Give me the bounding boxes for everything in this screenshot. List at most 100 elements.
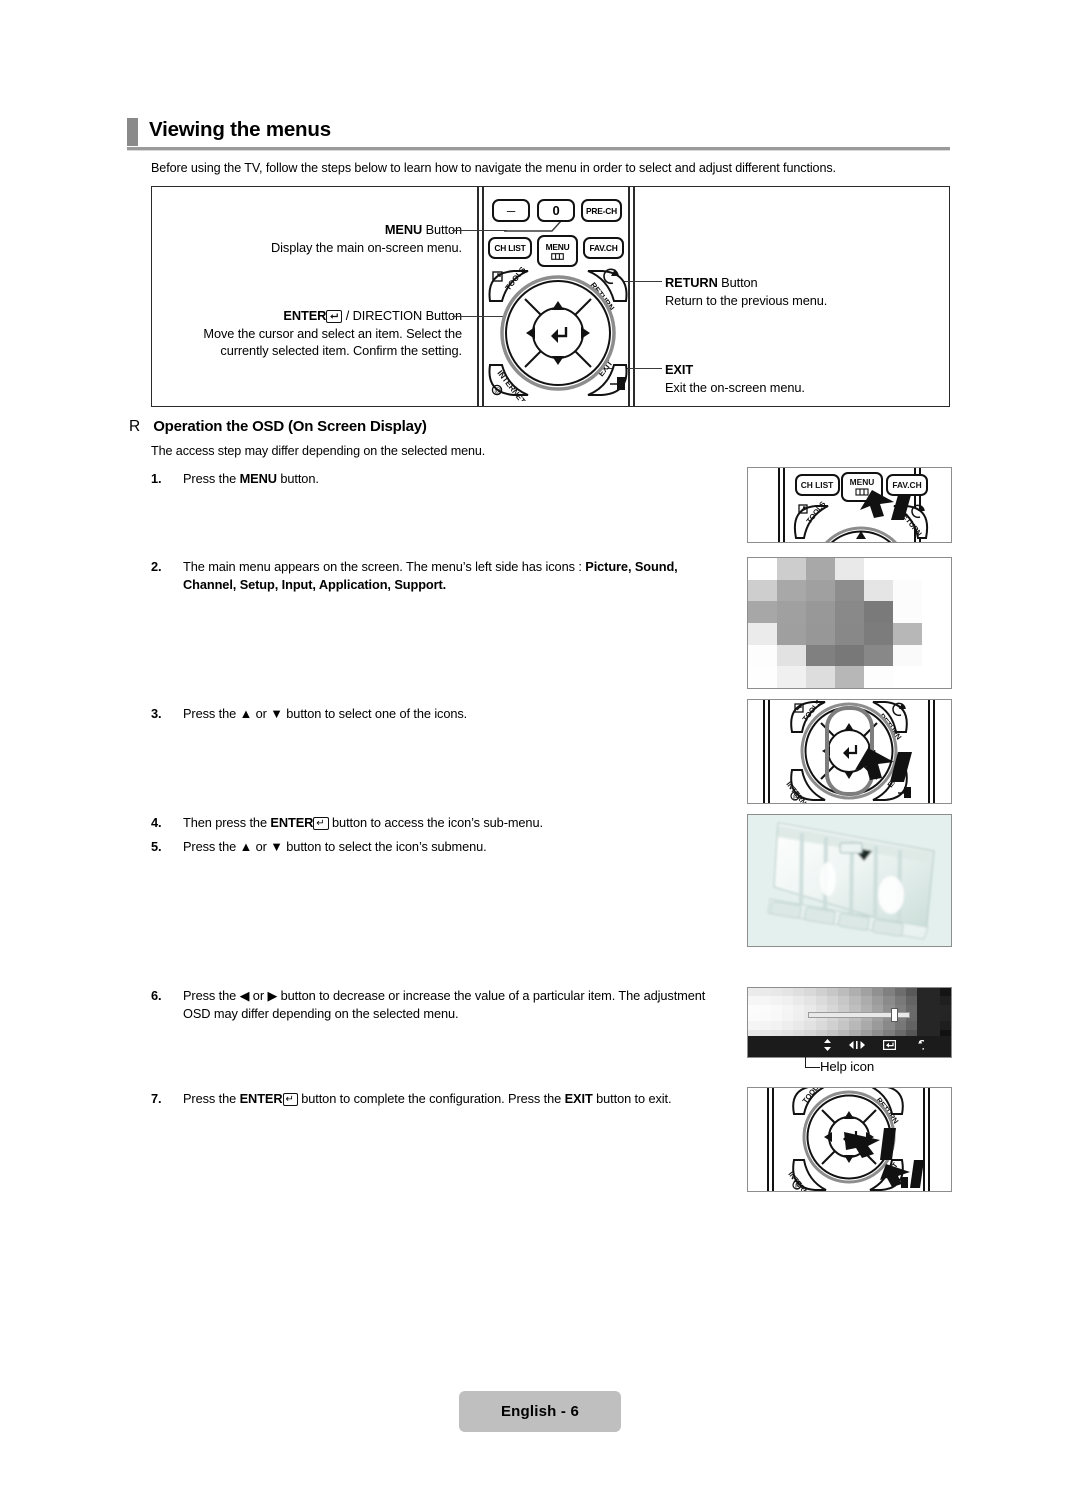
step-item-7: 7. Press the ENTER ↵ button to complete t…: [151, 1090, 741, 1108]
figure-step3-dpad: TOOLS RETURN INTERNET @ EXIT: [747, 699, 952, 804]
mosaic-cell: [922, 666, 951, 688]
remote-key-menu-label: MENU: [545, 242, 570, 252]
mosaic-cell: [835, 601, 864, 623]
svg-text:@: @: [494, 388, 501, 395]
mosaic-cell: [748, 558, 777, 580]
page-section-heading: Viewing the menus: [127, 118, 950, 152]
step-number: 2.: [151, 559, 162, 574]
step-text: Then press the ENTER ↵ button to access t…: [183, 815, 543, 830]
manual-page: Viewing the menus Before using the TV, f…: [0, 0, 1080, 1488]
mosaic-cell: [748, 622, 777, 645]
step-item-4: 4. Then press the ENTER ↵ button to acces…: [151, 814, 731, 832]
callout-menu: MENU Button Display the main on-screen m…: [162, 221, 462, 256]
callout-menu-desc: Display the main on-screen menu.: [271, 239, 462, 255]
callout-return-title-suffix: Button: [717, 275, 758, 290]
svg-text:FAV.CH: FAV.CH: [892, 480, 921, 490]
step-number: 1.: [151, 471, 162, 486]
step-number: 6.: [151, 988, 162, 1003]
mosaic-cell: [835, 644, 864, 667]
step-number: 4.: [151, 815, 162, 830]
remote-key-minus-label: —: [506, 205, 516, 216]
mosaic-cell: [835, 579, 864, 602]
step-number: 5.: [151, 839, 162, 854]
mosaic-cell: [748, 666, 777, 688]
callout-exit-desc: Exit the on-screen menu.: [665, 379, 805, 395]
remote-key-pre-ch-label: PRE-CH: [586, 205, 617, 216]
mosaic-cell: [922, 558, 951, 580]
svg-text:@: @: [793, 794, 799, 800]
page-number-badge: English - 6: [459, 1391, 621, 1432]
help-icon-label: Help icon: [820, 1059, 875, 1074]
callout-exit: EXIT Exit the on-screen menu.: [665, 361, 935, 396]
intro-paragraph: Before using the TV, follow the steps be…: [151, 161, 836, 175]
step-item-5: 5. Press the ▲ or ▼ button to select the…: [151, 838, 731, 856]
remote-key-pre-ch[interactable]: PRE-CH: [581, 199, 622, 222]
mosaic-cell: [777, 558, 806, 580]
mosaic-cell: [806, 601, 835, 623]
remote-callout-panel: MENU Button Display the main on-screen m…: [151, 186, 950, 407]
menu-grid-icon: [551, 253, 564, 260]
mosaic-cell: [922, 579, 951, 602]
svg-text:@: @: [795, 1183, 801, 1189]
step-number: 3.: [151, 706, 162, 721]
mosaic-cell: [748, 579, 777, 602]
mosaic-cell: [835, 558, 864, 580]
mosaic-cell: [806, 622, 835, 645]
mosaic-cell: [806, 579, 835, 602]
mosaic-cell: [806, 558, 835, 580]
mosaic-cell: [893, 622, 922, 645]
remote-dpad-cluster: TOOLS RETURN INTERNET @ EXIT: [484, 265, 632, 401]
callout-enter-desc: Move the cursor and select an item. Sele…: [203, 325, 462, 359]
step-text: Press the ▲ or ▼ button to select the ic…: [183, 839, 487, 854]
svg-text:MENU: MENU: [850, 477, 875, 487]
mosaic-cell: [893, 644, 922, 667]
mosaic-cell: [922, 644, 951, 667]
mosaic-cell: [893, 558, 922, 580]
remote-key-fav-ch[interactable]: FAV.CH: [583, 237, 624, 259]
step-number: 7.: [151, 1091, 162, 1106]
step-item-3: 3. Press the ▲ or ▼ button to select one…: [151, 705, 731, 723]
callout-menu-title: MENU: [384, 222, 423, 237]
figure-step2-main-menu: [747, 557, 952, 689]
osd-section-heading: R Operation the OSD (On Screen Display): [129, 418, 427, 436]
mosaic-cell: [777, 601, 806, 623]
osd-slider-knob[interactable]: [891, 1008, 898, 1022]
callout-menu-leader: [452, 230, 507, 232]
remote-key-fav-ch-label: FAV.CH: [589, 243, 618, 253]
remote-key-minus[interactable]: —: [492, 199, 530, 222]
callout-enter-title-suffix: / DIRECTION Button: [342, 308, 462, 323]
osd-menu-mosaic: [748, 558, 951, 688]
enter-icon: [326, 310, 343, 323]
mosaic-cell: [748, 601, 777, 623]
panel-divider-right-2: [633, 187, 635, 406]
remote-key-zero[interactable]: 0: [537, 199, 575, 222]
step-text: Press the ◀ or ▶ button to decrease or i…: [183, 988, 706, 1021]
step-text: Press the ▲ or ▼ button to select one of…: [183, 706, 468, 721]
step-text: Press the MENU button.: [183, 471, 319, 486]
heading-accent-bar: [127, 118, 138, 146]
osd-section-title: Operation the OSD (On Screen Display): [153, 418, 427, 435]
remote-key-ch-list[interactable]: CH LIST: [488, 237, 532, 259]
page-title: Viewing the menus: [149, 118, 331, 141]
figure-step4-submenu: [747, 814, 952, 947]
step-item-6: 6. Press the ◀ or ▶ button to decrease o…: [151, 987, 733, 1022]
mosaic-cell: [922, 622, 951, 645]
mosaic-cell: [806, 644, 835, 667]
help-bar-icon-group: [814, 1039, 951, 1054]
return-icon: [913, 1039, 928, 1054]
mosaic-cell: [777, 644, 806, 667]
mosaic-cell: [748, 644, 777, 667]
osd-help-bar: [748, 1036, 951, 1057]
osd-section-note: The access step may differ depending on …: [151, 444, 486, 458]
step-item-2: 2. The main menu appears on the screen. …: [151, 558, 731, 593]
leftright-arrow-icon: [849, 1040, 866, 1053]
mosaic-cell: [922, 601, 951, 623]
mosaic-cell: [864, 622, 893, 645]
mosaic-cell: [835, 666, 864, 688]
mosaic-cell: [864, 666, 893, 688]
mosaic-cell: [893, 666, 922, 688]
mosaic-cell: [893, 579, 922, 602]
step-text: The main menu appears on the screen. The…: [183, 559, 678, 592]
figure-step7-enter-exit: TOOLS RETURN INTERNET @ EXIT: [747, 1087, 952, 1192]
remote-key-menu[interactable]: MENU: [537, 235, 578, 267]
